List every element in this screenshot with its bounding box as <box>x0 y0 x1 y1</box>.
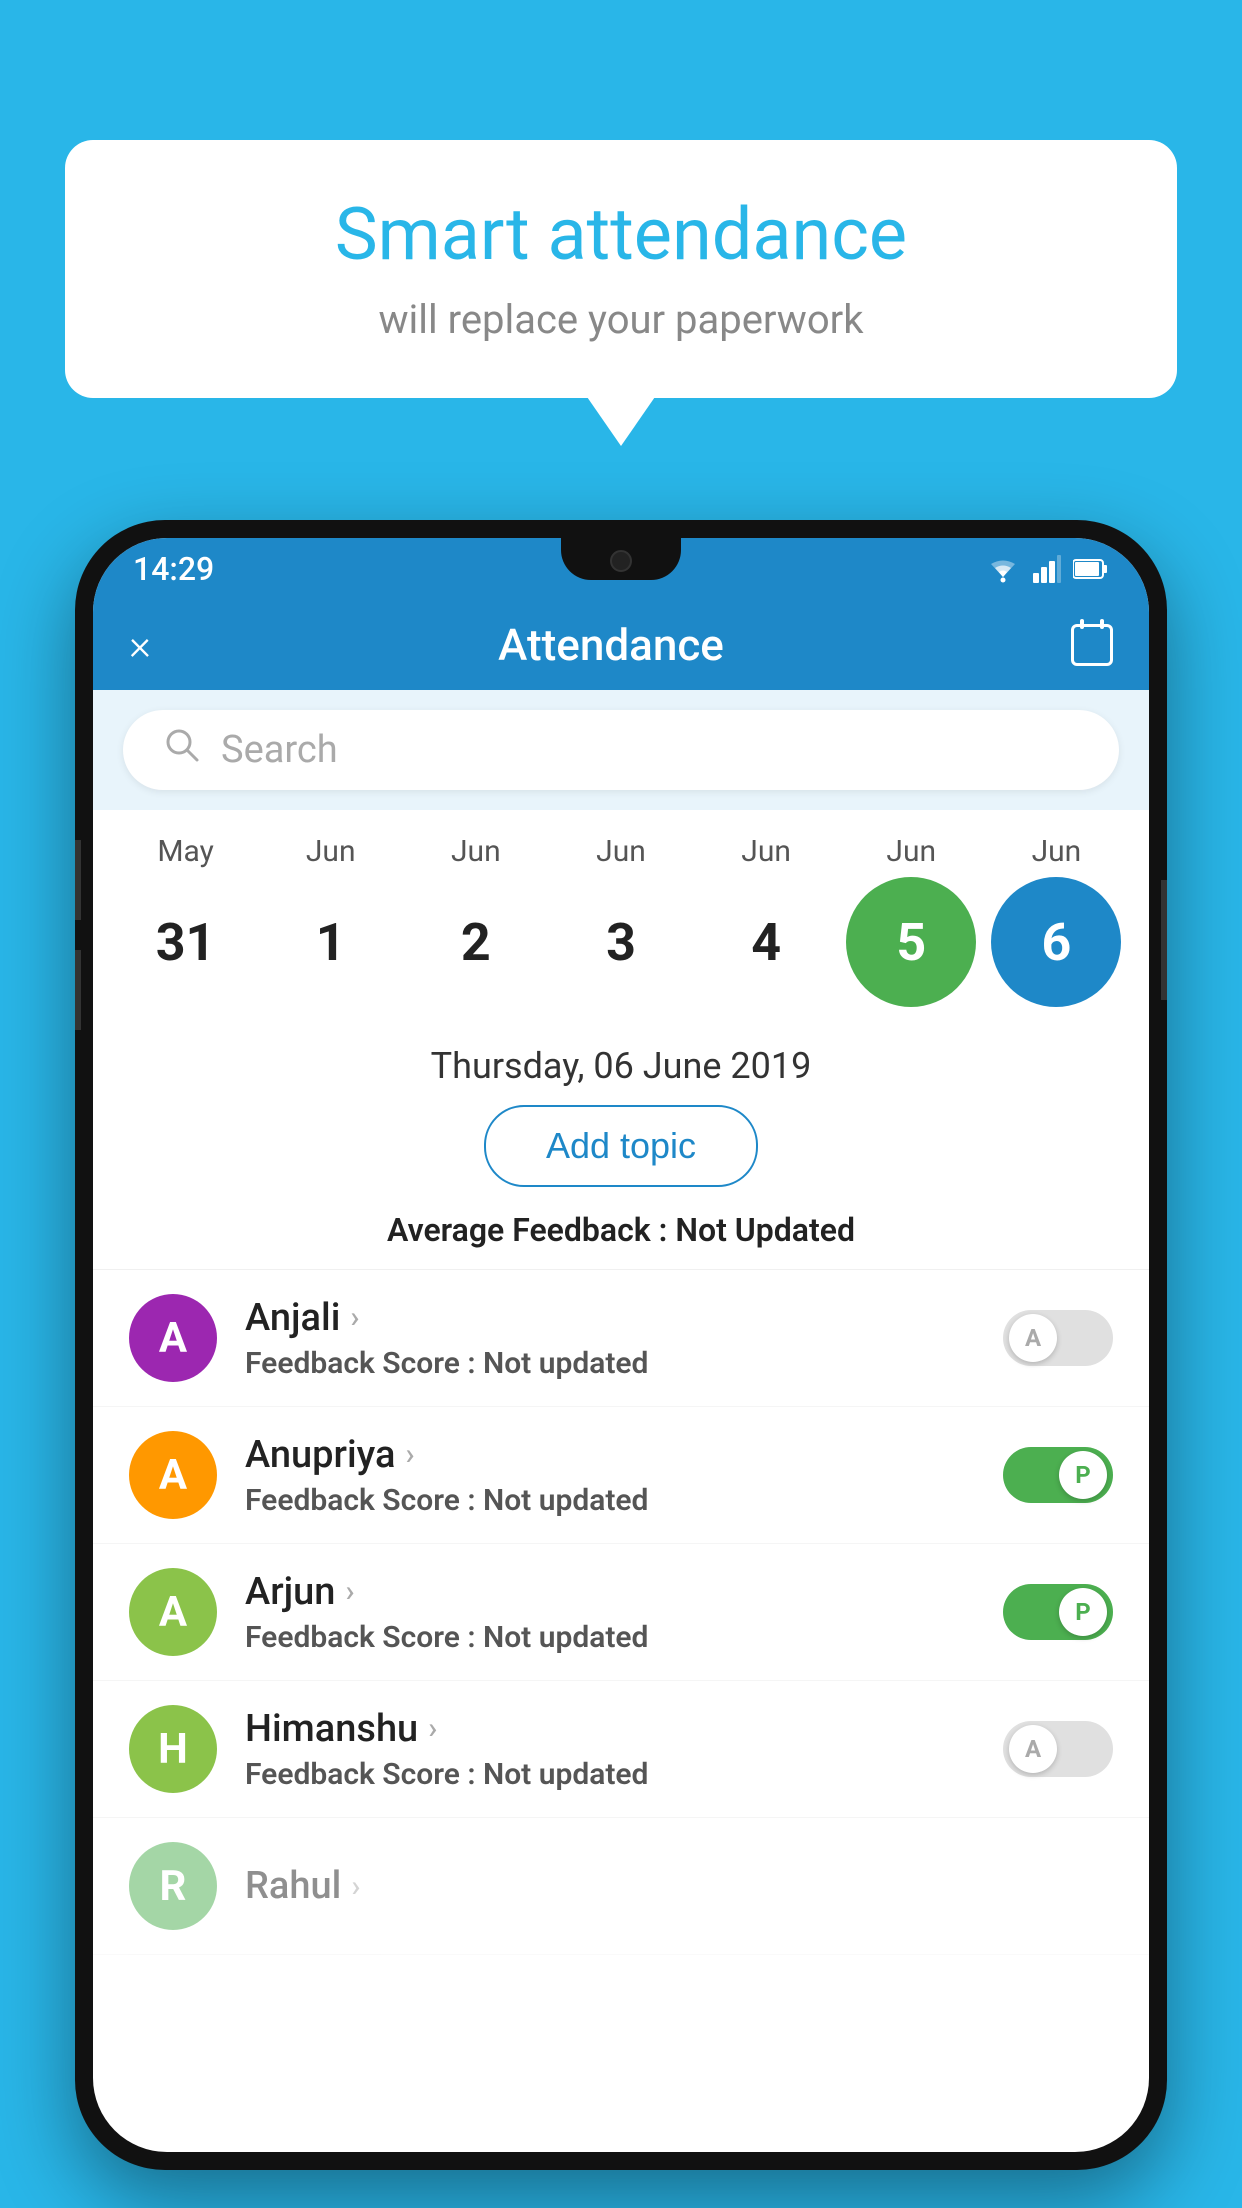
student-list: A Anjali › Feedback Score : Not updated … <box>93 1269 1149 1955</box>
month-4: Jun <box>701 834 831 869</box>
student-info-anupriya[interactable]: Anupriya › Feedback Score : Not updated <box>245 1433 975 1518</box>
calendar-strip: May Jun Jun Jun Jun Jun Jun 31 1 2 3 4 5… <box>93 810 1149 1017</box>
phone-frame: 14:29 <box>75 520 1167 2170</box>
toggle-switch-anjali[interactable]: A <box>1003 1310 1113 1366</box>
wifi-icon <box>985 555 1021 583</box>
date-2[interactable]: 2 <box>411 877 541 1007</box>
chevron-icon-partial: › <box>351 1869 360 1904</box>
toggle-himanshu[interactable]: A <box>1003 1721 1113 1777</box>
avg-feedback: Average Feedback : Not Updated <box>93 1211 1149 1269</box>
student-name-anjali: Anjali › <box>245 1296 975 1340</box>
toggle-switch-arjun[interactable]: P <box>1003 1584 1113 1640</box>
date-4[interactable]: 4 <box>701 877 831 1007</box>
student-info-partial: Rahul › <box>245 1864 1113 1908</box>
feedback-himanshu: Feedback Score : Not updated <box>245 1757 975 1792</box>
avatar-arjun: A <box>129 1568 217 1656</box>
student-item-anupriya: A Anupriya › Feedback Score : Not update… <box>93 1407 1149 1544</box>
bubble-title: Smart attendance <box>125 195 1117 274</box>
app-title: Attendance <box>498 619 724 671</box>
bubble-subtitle: will replace your paperwork <box>125 296 1117 343</box>
student-name-anupriya: Anupriya › <box>245 1433 975 1477</box>
search-placeholder: Search <box>221 728 338 772</box>
battery-icon <box>1073 558 1109 580</box>
app-header: × Attendance <box>93 600 1149 690</box>
notch <box>561 538 681 580</box>
feedback-arjun: Feedback Score : Not updated <box>245 1620 975 1655</box>
student-item-partial: R Rahul › <box>93 1818 1149 1955</box>
avatar-himanshu: H <box>129 1705 217 1793</box>
month-row: May Jun Jun Jun Jun Jun Jun <box>113 834 1129 869</box>
student-name-partial: Rahul › <box>245 1864 1113 1908</box>
month-3: Jun <box>556 834 686 869</box>
toggle-switch-anupriya[interactable]: P <box>1003 1447 1113 1503</box>
date-31[interactable]: 31 <box>121 877 251 1007</box>
volume-up-button <box>75 840 81 920</box>
date-6-selected[interactable]: 6 <box>991 877 1121 1007</box>
search-icon <box>163 726 201 774</box>
feedback-anjali: Feedback Score : Not updated <box>245 1346 975 1381</box>
chevron-icon: › <box>345 1574 354 1609</box>
status-bar: 14:29 <box>93 538 1149 600</box>
signal-icon <box>1033 555 1061 583</box>
toggle-anupriya[interactable]: P <box>1003 1447 1113 1503</box>
toggle-switch-himanshu[interactable]: A <box>1003 1721 1113 1777</box>
avatar-anjali: A <box>129 1294 217 1382</box>
close-button[interactable]: × <box>129 621 151 670</box>
student-info-himanshu[interactable]: Himanshu › Feedback Score : Not updated <box>245 1707 975 1792</box>
month-1: Jun <box>266 834 396 869</box>
student-info-anjali[interactable]: Anjali › Feedback Score : Not updated <box>245 1296 975 1381</box>
calendar-icon[interactable] <box>1071 624 1113 666</box>
toggle-arjun[interactable]: P <box>1003 1584 1113 1640</box>
add-topic-button[interactable]: Add topic <box>484 1105 758 1187</box>
toggle-knob-anjali: A <box>1009 1314 1057 1362</box>
phone-screen: 14:29 <box>93 538 1149 2152</box>
month-2: Jun <box>411 834 541 869</box>
feedback-anupriya: Feedback Score : Not updated <box>245 1483 975 1518</box>
chevron-icon: › <box>428 1711 437 1746</box>
month-0: May <box>121 834 251 869</box>
status-time: 14:29 <box>133 550 214 588</box>
date-1[interactable]: 1 <box>266 877 396 1007</box>
avg-feedback-value: Not Updated <box>675 1211 855 1249</box>
student-name-arjun: Arjun › <box>245 1570 975 1614</box>
toggle-anjali[interactable]: A <box>1003 1310 1113 1366</box>
avg-feedback-label: Average Feedback : <box>387 1211 675 1249</box>
speech-bubble-container: Smart attendance will replace your paper… <box>65 140 1177 398</box>
search-container: Search <box>93 690 1149 810</box>
date-3[interactable]: 3 <box>556 877 686 1007</box>
date-5-today[interactable]: 5 <box>846 877 976 1007</box>
student-info-arjun[interactable]: Arjun › Feedback Score : Not updated <box>245 1570 975 1655</box>
month-5: Jun <box>846 834 976 869</box>
camera-notch <box>610 550 632 572</box>
chevron-icon: › <box>405 1437 414 1472</box>
student-item-himanshu: H Himanshu › Feedback Score : Not update… <box>93 1681 1149 1818</box>
avatar-anupriya: A <box>129 1431 217 1519</box>
power-button <box>1161 880 1167 1000</box>
student-item-anjali: A Anjali › Feedback Score : Not updated … <box>93 1270 1149 1407</box>
volume-down-button <box>75 950 81 1030</box>
content-area: Thursday, 06 June 2019 Add topic Average… <box>93 1017 1149 1955</box>
avatar-partial: R <box>129 1842 217 1930</box>
month-6: Jun <box>991 834 1121 869</box>
speech-bubble: Smart attendance will replace your paper… <box>65 140 1177 398</box>
toggle-knob-arjun: P <box>1059 1588 1107 1636</box>
chevron-icon: › <box>350 1300 359 1335</box>
toggle-knob-anupriya: P <box>1059 1451 1107 1499</box>
selected-date-label: Thursday, 06 June 2019 <box>93 1017 1149 1105</box>
date-row: 31 1 2 3 4 5 6 <box>113 877 1129 1007</box>
search-bar[interactable]: Search <box>123 710 1119 790</box>
student-name-himanshu: Himanshu › <box>245 1707 975 1751</box>
status-icons <box>985 555 1109 583</box>
student-item-arjun: A Arjun › Feedback Score : Not updated P <box>93 1544 1149 1681</box>
toggle-knob-himanshu: A <box>1009 1725 1057 1773</box>
